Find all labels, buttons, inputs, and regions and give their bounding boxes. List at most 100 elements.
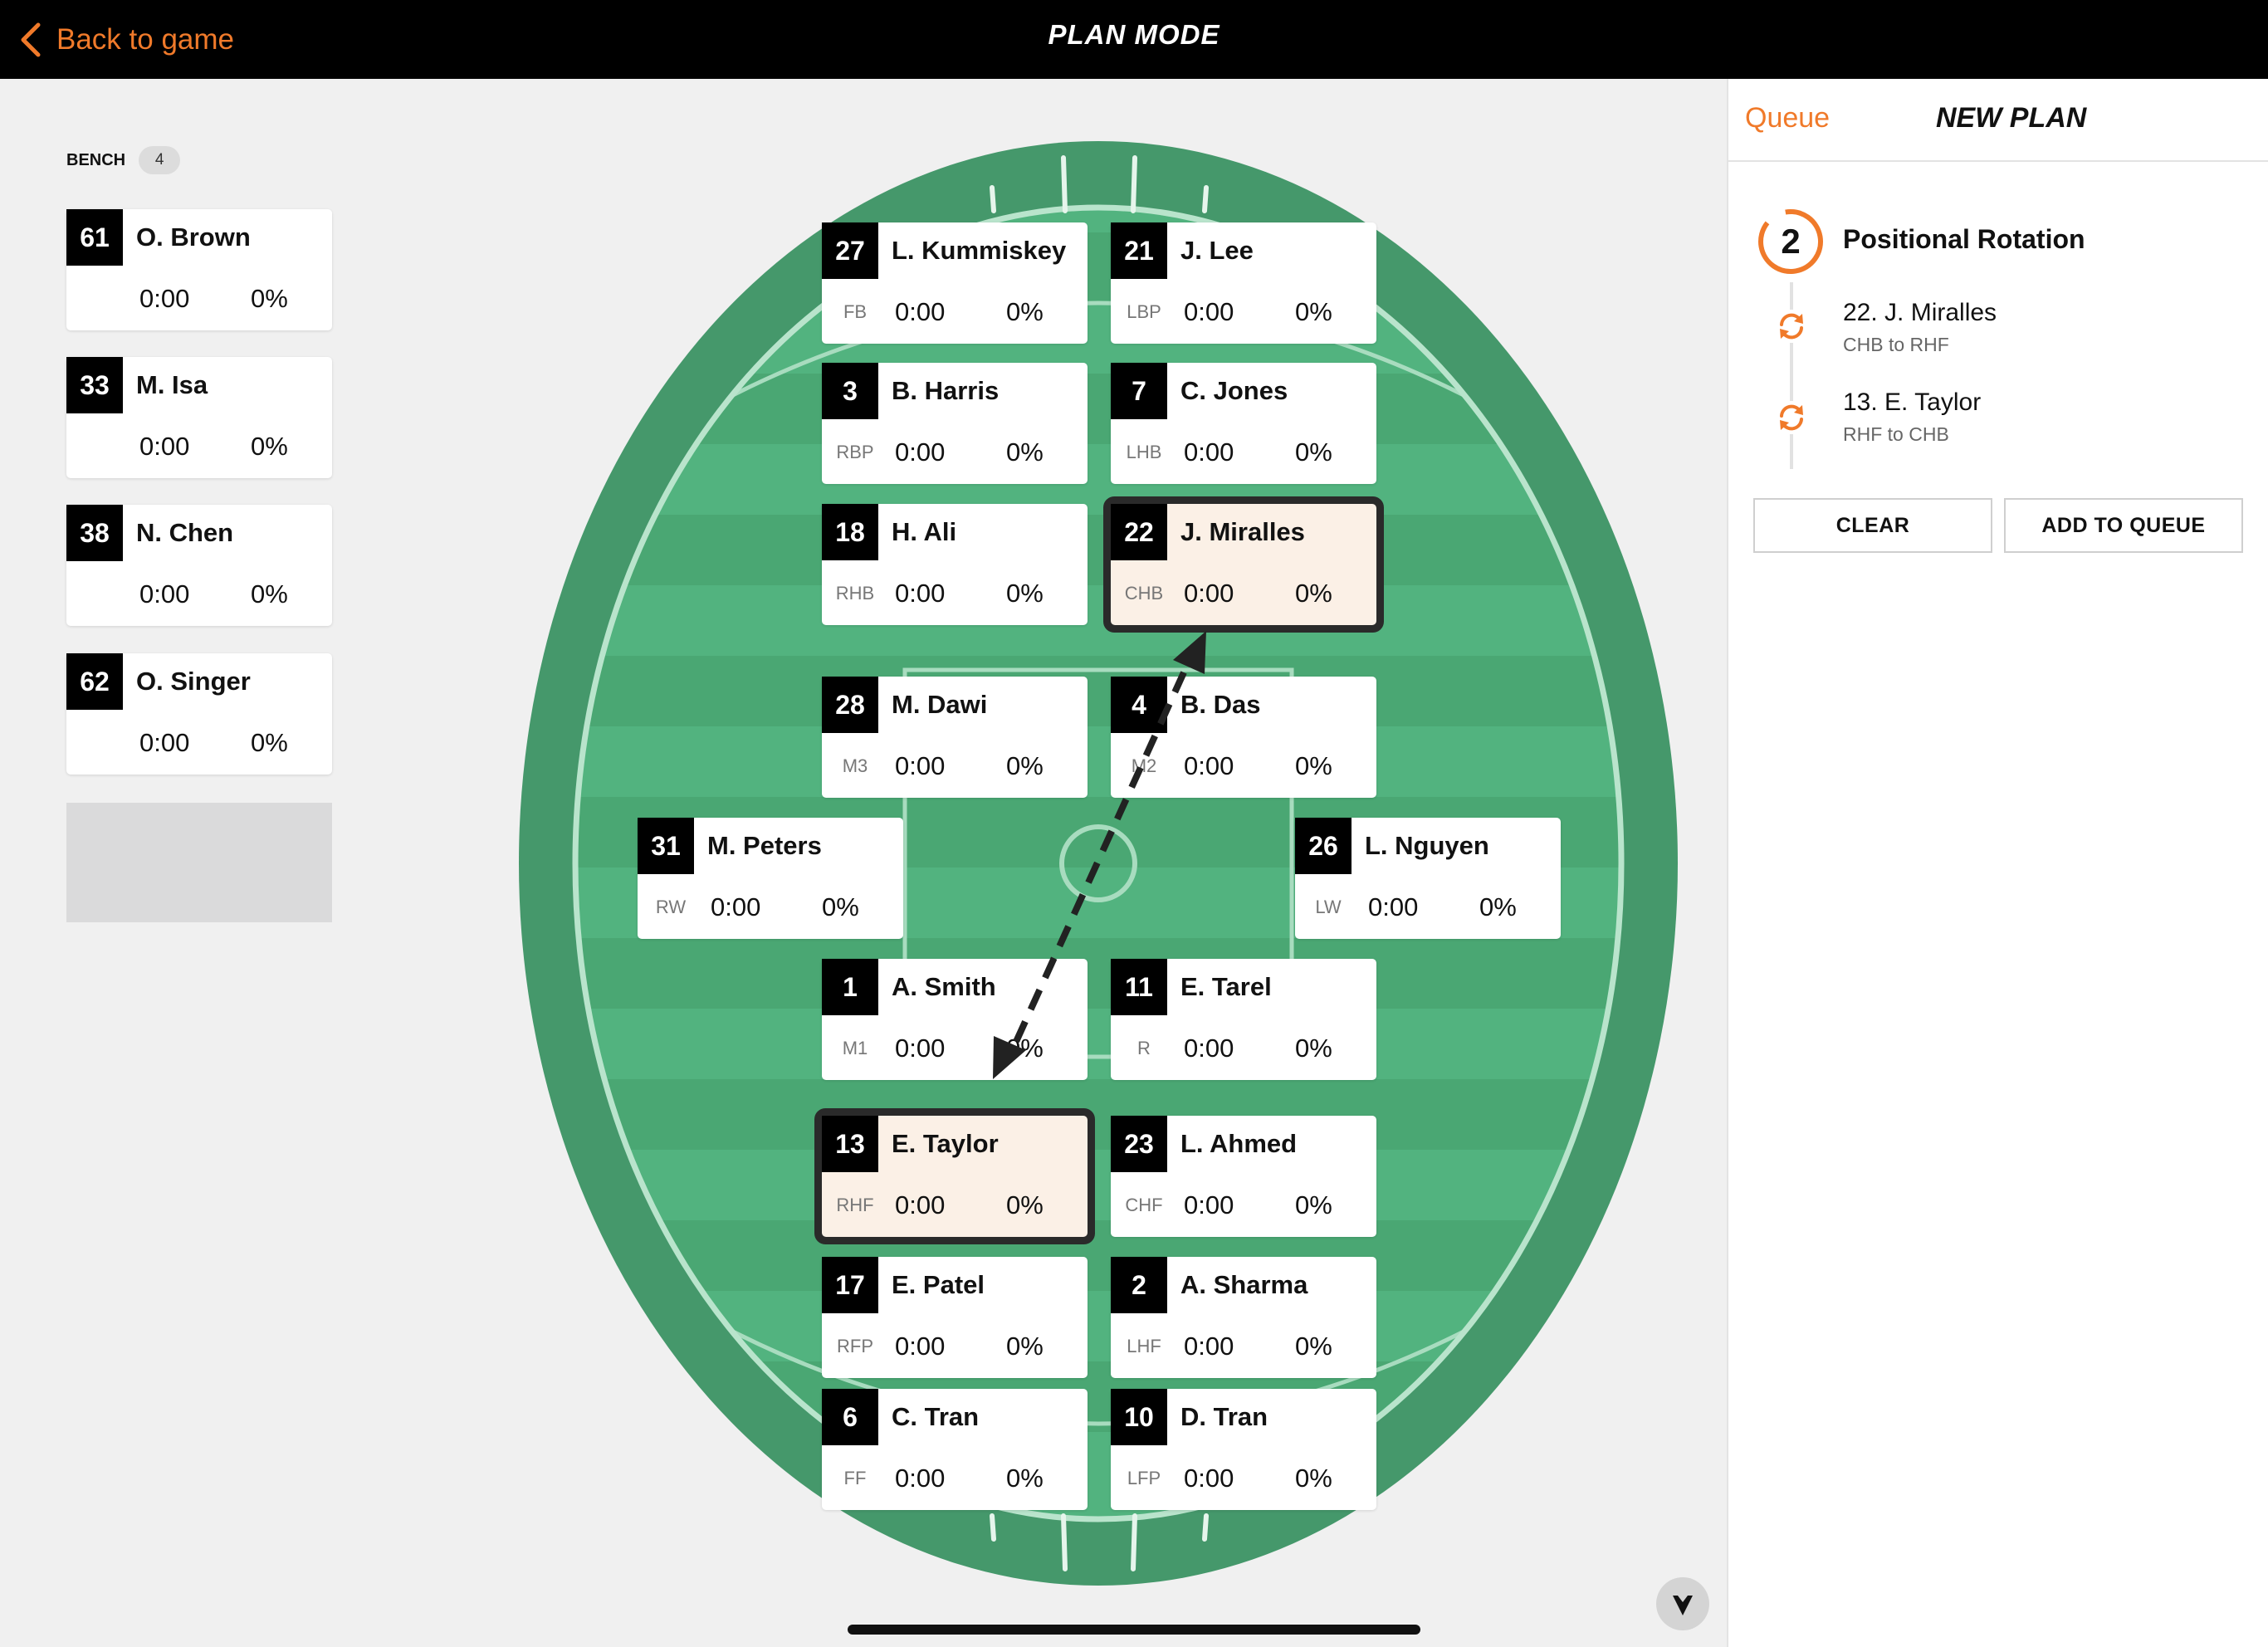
field-player-card-lhb[interactable]: 7 C. Jones LHB 0:00 0% <box>1111 363 1376 484</box>
clear-button[interactable]: CLEAR <box>1753 498 1992 553</box>
bench-player-card[interactable]: 61 O. Brown 0:00 0% <box>66 209 332 330</box>
player-percent: 0% <box>1295 1332 1332 1361</box>
player-position: LFP <box>1127 1468 1161 1488</box>
player-time: 0:00 <box>1368 892 1419 921</box>
player-name: E. Taylor <box>892 1129 999 1158</box>
field-player-card-fb[interactable]: 27 L. Kummiskey FB 0:00 0% <box>822 222 1088 344</box>
plan-panel: Queue NEW PLAN 2 Positional Rotation 22.… <box>1727 79 2268 1647</box>
player-name: L. Ahmed <box>1180 1129 1298 1158</box>
field-player-card-rhf-selected[interactable]: 13 E. Taylor RHF 0:00 0% <box>822 1116 1088 1237</box>
field-player-card-m3[interactable]: 28 M. Dawi M3 0:00 0% <box>822 677 1088 798</box>
top-bar: Back to game PLAN MODE <box>0 0 2268 79</box>
field-player-card-m2[interactable]: 4 B. Das M2 0:00 0% <box>1111 677 1376 798</box>
player-position: RBP <box>836 442 874 462</box>
player-time: 0:00 <box>1184 579 1234 608</box>
player-number: 17 <box>822 1257 878 1313</box>
player-time: 0:00 <box>1184 1034 1234 1063</box>
field-player-card-ff[interactable]: 6 C. Tran FF 0:00 0% <box>822 1389 1088 1510</box>
rotate-icon <box>1775 401 1808 434</box>
player-time: 0:00 <box>895 437 946 467</box>
player-percent: 0% <box>1006 437 1044 467</box>
player-percent: 0% <box>251 432 288 461</box>
panel-tabs: Queue NEW PLAN <box>1728 79 2268 162</box>
player-percent: 0% <box>1006 1464 1044 1493</box>
player-position: RHB <box>835 583 875 604</box>
field-player-card-lhf[interactable]: 2 A. Sharma LHF 0:00 0% <box>1111 1257 1376 1378</box>
field-player-card-m1[interactable]: 1 A. Smith M1 0:00 0% <box>822 959 1088 1080</box>
player-time: 0:00 <box>139 284 190 313</box>
player-position: RW <box>655 897 687 917</box>
player-name: C. Tran <box>892 1402 980 1431</box>
field-player-card-rbp[interactable]: 3 B. Harris RBP 0:00 0% <box>822 363 1088 484</box>
player-percent: 0% <box>1295 297 1332 326</box>
player-number: 18 <box>822 504 878 560</box>
player-position: LBP <box>1127 301 1161 322</box>
tab-new-plan[interactable]: NEW PLAN <box>1936 102 2086 134</box>
field-player-card-lw[interactable]: 26 L. Nguyen LW 0:00 0% <box>1295 818 1561 939</box>
player-number: 26 <box>1295 818 1352 874</box>
bench-player-card[interactable]: 38 N. Chen 0:00 0% <box>66 505 332 626</box>
player-name: M. Peters <box>707 831 822 860</box>
player-time: 0:00 <box>895 1464 946 1493</box>
player-number: 10 <box>1111 1389 1167 1445</box>
plan-number: 2 <box>1781 222 1801 261</box>
player-number: 33 <box>66 357 123 413</box>
player-time: 0:00 <box>139 432 190 461</box>
player-time: 0:00 <box>895 579 946 608</box>
player-number: 4 <box>1111 677 1167 733</box>
player-percent: 0% <box>1295 437 1332 467</box>
player-position: RFP <box>837 1336 873 1356</box>
player-number: 11 <box>1111 959 1167 1015</box>
player-time: 0:00 <box>1184 1332 1234 1361</box>
player-time: 0:00 <box>895 1034 946 1063</box>
rotation-detail: CHB to RHF <box>1843 334 1949 355</box>
player-name: M. Isa <box>136 370 208 399</box>
rotation-player-name: 22. J. Miralles <box>1843 299 1997 326</box>
field-player-card-lfp[interactable]: 10 D. Tran LFP 0:00 0% <box>1111 1389 1376 1510</box>
player-number: 13 <box>822 1116 878 1172</box>
plan-title: Positional Rotation <box>1843 224 2085 254</box>
player-number: 28 <box>822 677 878 733</box>
player-position: R <box>1137 1038 1151 1058</box>
player-percent: 0% <box>251 284 288 313</box>
scroll-down-button[interactable] <box>1656 1577 1709 1630</box>
player-name: O. Brown <box>136 222 251 252</box>
field-player-card-chf[interactable]: 23 L. Ahmed CHF 0:00 0% <box>1111 1116 1376 1237</box>
field-player-card-rw[interactable]: 31 M. Peters RW 0:00 0% <box>638 818 903 939</box>
field-player-card-rfp[interactable]: 17 E. Patel RFP 0:00 0% <box>822 1257 1088 1378</box>
add-to-queue-button[interactable]: ADD TO QUEUE <box>2004 498 2243 553</box>
player-time: 0:00 <box>895 297 946 326</box>
field-player-card-r[interactable]: 11 E. Tarel R 0:00 0% <box>1111 959 1376 1080</box>
field-player-card-lbp[interactable]: 21 J. Lee LBP 0:00 0% <box>1111 222 1376 344</box>
player-percent: 0% <box>1295 1190 1332 1219</box>
player-name: L. Kummiskey <box>892 236 1067 265</box>
player-number: 62 <box>66 653 123 710</box>
player-percent: 0% <box>1006 751 1044 780</box>
player-name: J. Lee <box>1180 236 1254 265</box>
player-position: FF <box>843 1468 867 1488</box>
player-position: LW <box>1315 897 1342 917</box>
field-player-card-chb-selected[interactable]: 22 J. Miralles CHB 0:00 0% <box>1111 504 1376 625</box>
player-name: H. Ali <box>892 517 957 546</box>
bench-empty-slot[interactable] <box>66 803 332 922</box>
player-name: N. Chen <box>136 518 234 547</box>
player-time: 0:00 <box>1184 437 1234 467</box>
player-name: B. Harris <box>892 376 1000 405</box>
player-time: 0:00 <box>895 751 946 780</box>
player-number: 23 <box>1111 1116 1167 1172</box>
player-time: 0:00 <box>711 892 761 921</box>
player-number: 7 <box>1111 363 1167 419</box>
player-time: 0:00 <box>1184 1190 1234 1219</box>
bench-player-card[interactable]: 33 M. Isa 0:00 0% <box>66 357 332 478</box>
tab-queue[interactable]: Queue <box>1745 102 1830 134</box>
player-time: 0:00 <box>1184 751 1234 780</box>
player-position: CHB <box>1124 583 1164 604</box>
player-name: O. Singer <box>136 667 251 696</box>
player-name: E. Tarel <box>1180 972 1272 1001</box>
app-root: Back to game PLAN MODE BENCH 4 61 O. Bro… <box>0 0 2268 1647</box>
field-player-card-rhb[interactable]: 18 H. Ali RHB 0:00 0% <box>822 504 1088 625</box>
bench-player-card[interactable]: 62 O. Singer 0:00 0% <box>66 653 332 775</box>
player-percent: 0% <box>1295 579 1332 608</box>
rotate-icon <box>1775 310 1808 343</box>
bench-label: BENCH <box>66 150 126 169</box>
